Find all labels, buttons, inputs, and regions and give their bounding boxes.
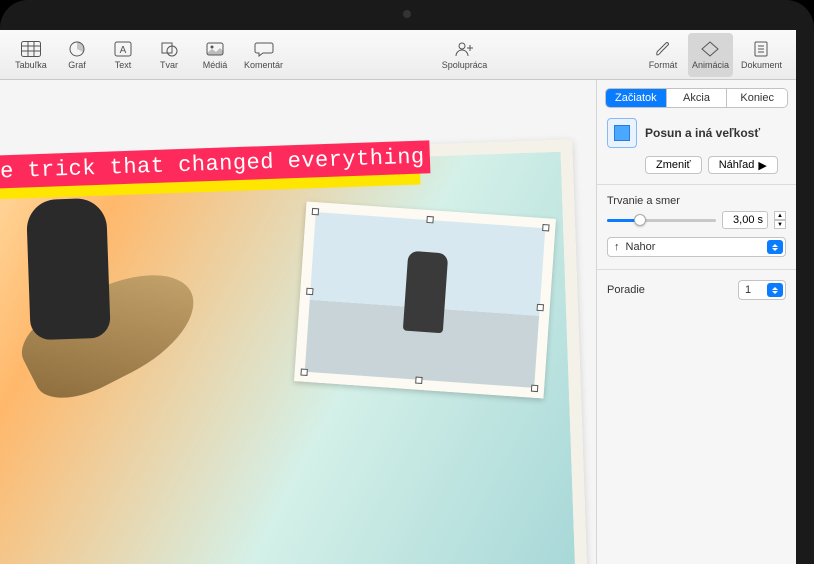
comment-button[interactable]: Komentár bbox=[240, 33, 287, 77]
effect-name: Posun a iná veľkosť bbox=[645, 126, 760, 140]
table-icon bbox=[21, 40, 41, 58]
resize-handle[interactable] bbox=[415, 377, 422, 384]
table-button[interactable]: Tabuľka bbox=[10, 33, 52, 77]
toolbar-label: Dokument bbox=[741, 60, 782, 70]
tab-build-in[interactable]: Začiatok bbox=[606, 89, 667, 107]
slider-thumb[interactable] bbox=[634, 214, 646, 226]
duration-slider[interactable] bbox=[607, 213, 716, 227]
direction-value: Nahor bbox=[626, 241, 656, 253]
resize-handle[interactable] bbox=[312, 208, 319, 215]
format-button[interactable]: Formát bbox=[642, 33, 684, 77]
stepper-up[interactable]: ▲ bbox=[774, 211, 786, 220]
photo-small-selected[interactable] bbox=[294, 201, 556, 398]
order-value: 1 bbox=[745, 284, 751, 296]
inspector-panel: Začiatok Akcia Koniec Posun a iná veľkos… bbox=[596, 80, 796, 564]
toolbar-label: Komentár bbox=[244, 60, 283, 70]
toolbar-label: Tabuľka bbox=[15, 60, 47, 70]
chevron-updown-icon bbox=[767, 240, 783, 254]
toolbar-label: Tvar bbox=[160, 60, 178, 70]
play-icon: ▶ bbox=[758, 159, 766, 172]
person-add-icon bbox=[454, 40, 474, 58]
toolbar-label: Animácia bbox=[692, 60, 729, 70]
change-effect-button[interactable]: Zmeniť bbox=[645, 156, 702, 174]
resize-handle[interactable] bbox=[542, 224, 549, 231]
toolbar-label: Formát bbox=[649, 60, 678, 70]
duration-field[interactable] bbox=[722, 211, 768, 229]
order-dropdown[interactable]: 1 bbox=[738, 280, 786, 300]
resize-handle[interactable] bbox=[426, 216, 433, 223]
stepper-down[interactable]: ▼ bbox=[774, 220, 786, 229]
media-icon bbox=[205, 40, 225, 58]
document-button[interactable]: Dokument bbox=[737, 33, 786, 77]
toolbar-label: Spolupráca bbox=[442, 60, 488, 70]
tab-build-out[interactable]: Koniec bbox=[727, 89, 787, 107]
chart-button[interactable]: Graf bbox=[56, 33, 98, 77]
chevron-updown-icon bbox=[767, 283, 783, 297]
collaborate-button[interactable]: Spolupráca bbox=[438, 33, 492, 77]
toolbar-label: Médiá bbox=[203, 60, 228, 70]
toolbar: Tabuľka Graf A Text bbox=[0, 30, 796, 80]
preview-button[interactable]: Náhľad ▶ bbox=[708, 156, 778, 174]
media-button[interactable]: Médiá bbox=[194, 33, 236, 77]
resize-handle[interactable] bbox=[531, 385, 538, 392]
shape-icon bbox=[159, 40, 179, 58]
toolbar-label: Text bbox=[115, 60, 132, 70]
webcam bbox=[403, 10, 411, 18]
tab-action[interactable]: Akcia bbox=[667, 89, 728, 107]
shape-button[interactable]: Tvar bbox=[148, 33, 190, 77]
diamond-icon bbox=[700, 40, 720, 58]
slide-canvas[interactable]: e trick that changed everything bbox=[0, 80, 596, 564]
order-label: Poradie bbox=[607, 284, 645, 296]
text-button[interactable]: A Text bbox=[102, 33, 144, 77]
duration-label: Trvanie a smer bbox=[597, 195, 796, 211]
resize-handle[interactable] bbox=[306, 288, 313, 295]
toolbar-right-group: Formát Animácia Dokument bbox=[642, 33, 786, 77]
toolbar-left-group: Tabuľka Graf A Text bbox=[10, 33, 287, 77]
chart-icon bbox=[67, 40, 87, 58]
toolbar-label: Graf bbox=[68, 60, 86, 70]
direction-dropdown[interactable]: ↑ Nahor bbox=[607, 237, 786, 257]
svg-text:A: A bbox=[120, 45, 127, 56]
resize-handle[interactable] bbox=[537, 304, 544, 311]
comment-icon bbox=[254, 40, 274, 58]
brush-icon bbox=[653, 40, 673, 58]
build-phase-tabs: Začiatok Akcia Koniec bbox=[605, 88, 788, 108]
animate-button[interactable]: Animácia bbox=[688, 33, 733, 77]
duration-stepper[interactable]: ▲ ▼ bbox=[774, 211, 786, 229]
arrow-up-icon: ↑ bbox=[614, 241, 620, 253]
effect-thumbnail bbox=[607, 118, 637, 148]
resize-handle[interactable] bbox=[300, 369, 307, 376]
text-icon: A bbox=[113, 40, 133, 58]
document-icon bbox=[751, 40, 771, 58]
